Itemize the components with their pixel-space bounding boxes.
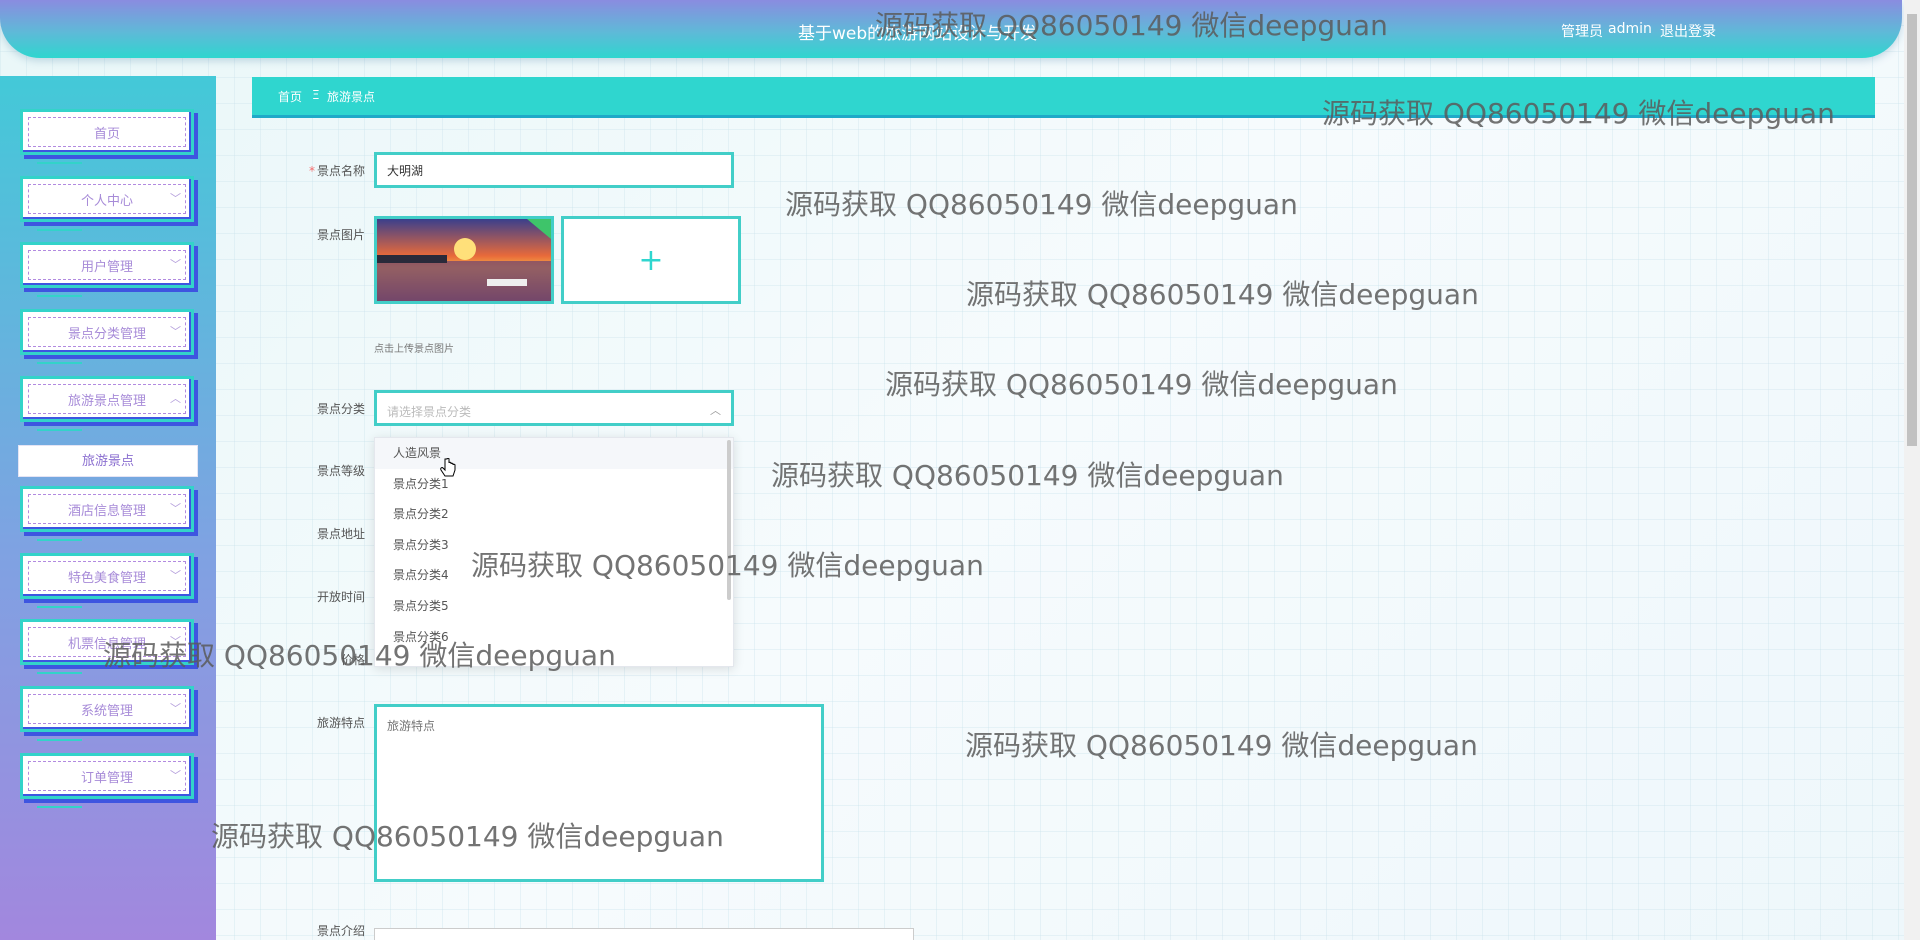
plus-icon: + <box>638 243 664 278</box>
watermark: 源码获取 QQ86050149 微信deepguan <box>771 459 1284 492</box>
price-label: 价格 <box>340 653 365 667</box>
sidebar-item-scenic[interactable]: 旅游景点管理 ︿ <box>17 373 197 431</box>
image-label: 景点图片 <box>316 228 365 242</box>
category-label: 景点分类 <box>316 402 365 416</box>
chevron-down-icon: ﹀ <box>170 702 181 715</box>
category-option[interactable]: 人造风景 <box>375 438 733 469</box>
hours-label: 开放时间 <box>316 590 365 604</box>
chevron-down-icon: ﹀ <box>170 569 181 582</box>
system-title: 基于web的旅游网站设计与开发 <box>798 24 1038 44</box>
category-placeholder: 请选择景点分类 <box>387 405 472 419</box>
sidebar-item-flight[interactable]: 机票信息管理 ﹀ <box>17 616 197 674</box>
grade-label: 景点等级 <box>316 464 365 478</box>
features-label: 旅游特点 <box>316 716 365 730</box>
sidebar-item-hotel[interactable]: 酒店信息管理 ﹀ <box>17 483 197 541</box>
category-option[interactable]: 景点分类5 <box>375 591 733 622</box>
chevron-up-icon: ︿ <box>710 404 721 417</box>
features-textarea[interactable] <box>374 704 824 882</box>
intro-label: 景点介绍 <box>316 924 365 938</box>
chevron-up-icon: ︿ <box>170 392 181 405</box>
category-option[interactable]: 景点分类2 <box>375 499 733 530</box>
chevron-down-icon: ﹀ <box>170 769 181 782</box>
category-option[interactable]: 景点分类1 <box>375 469 733 500</box>
sidebar-item-users[interactable]: 用户管理 ﹀ <box>17 239 197 297</box>
name-label: * 景点名称 <box>308 164 365 178</box>
scenic-name-input[interactable] <box>374 152 734 188</box>
watermark: 源码获取 QQ86050149 微信deepguan <box>885 368 1398 401</box>
category-dropdown: 人造风景 景点分类1 景点分类2 景点分类3 景点分类4 景点分类5 景点分类6 <box>374 437 734 667</box>
chevron-down-icon: ﹀ <box>170 192 181 205</box>
sunset-lake-image <box>377 219 551 301</box>
sidebar-item-orders[interactable]: 订单管理 ﹀ <box>17 750 197 808</box>
user-role: 管理员 <box>1561 24 1603 40</box>
category-option[interactable]: 景点分类6 <box>375 622 733 653</box>
required-mark: * <box>308 164 315 178</box>
sidebar-item-label: 首页 <box>93 127 120 142</box>
chevron-down-icon: ﹀ <box>170 258 181 271</box>
sidebar: 首页 个人中心 ﹀ 用户管理 ﹀ 景点分类管理 ﹀ 旅游景点管理 ︿ 酒店信息管… <box>0 76 216 940</box>
breadcrumb: 首页 Ξ 旅游景点 <box>252 77 1875 115</box>
chevron-down-icon: ﹀ <box>170 635 181 648</box>
breadcrumb-separator-icon: Ξ <box>312 88 320 102</box>
category-select[interactable]: 请选择景点分类 ︿ <box>374 390 734 426</box>
intro-editor[interactable] <box>374 928 914 940</box>
dropdown-scrollbar[interactable] <box>727 440 731 600</box>
sidebar-item-category[interactable]: 景点分类管理 ﹀ <box>17 306 197 364</box>
breadcrumb-current: 旅游景点 <box>327 90 376 104</box>
category-option[interactable]: 景点分类3 <box>375 530 733 561</box>
address-label: 景点地址 <box>316 527 365 541</box>
breadcrumb-home[interactable]: 首页 <box>278 88 302 105</box>
sidebar-item-system[interactable]: 系统管理 ﹀ <box>17 683 197 741</box>
scenic-image-thumbnail[interactable] <box>374 216 554 304</box>
top-header: 基于web的旅游网站设计与开发 管理员 admin 退出登录 <box>0 0 1902 58</box>
logout-link[interactable]: 退出登录 <box>1660 21 1716 41</box>
upload-tip: 点击上传景点图片 <box>374 344 454 355</box>
sidebar-subitem-scenic[interactable]: 旅游景点 <box>18 445 198 477</box>
page-scrollbar-thumb[interactable] <box>1907 14 1917 446</box>
sidebar-item-personal-center[interactable]: 个人中心 ﹀ <box>17 173 197 231</box>
watermark: 源码获取 QQ86050149 微信deepguan <box>965 729 1478 762</box>
sidebar-item-home[interactable]: 首页 <box>17 106 197 164</box>
image-upload-button[interactable]: + <box>561 216 741 304</box>
hand-cursor-icon <box>440 458 456 477</box>
chevron-down-icon: ﹀ <box>170 325 181 338</box>
sidebar-item-food[interactable]: 特色美食管理 ﹀ <box>17 550 197 608</box>
chevron-down-icon: ﹀ <box>170 502 181 515</box>
user-name: admin <box>1608 21 1652 37</box>
watermark: 源码获取 QQ86050149 微信deepguan <box>785 188 1298 221</box>
watermark: 源码获取 QQ86050149 微信deepguan <box>966 278 1479 311</box>
category-option[interactable]: 景点分类4 <box>375 560 733 591</box>
